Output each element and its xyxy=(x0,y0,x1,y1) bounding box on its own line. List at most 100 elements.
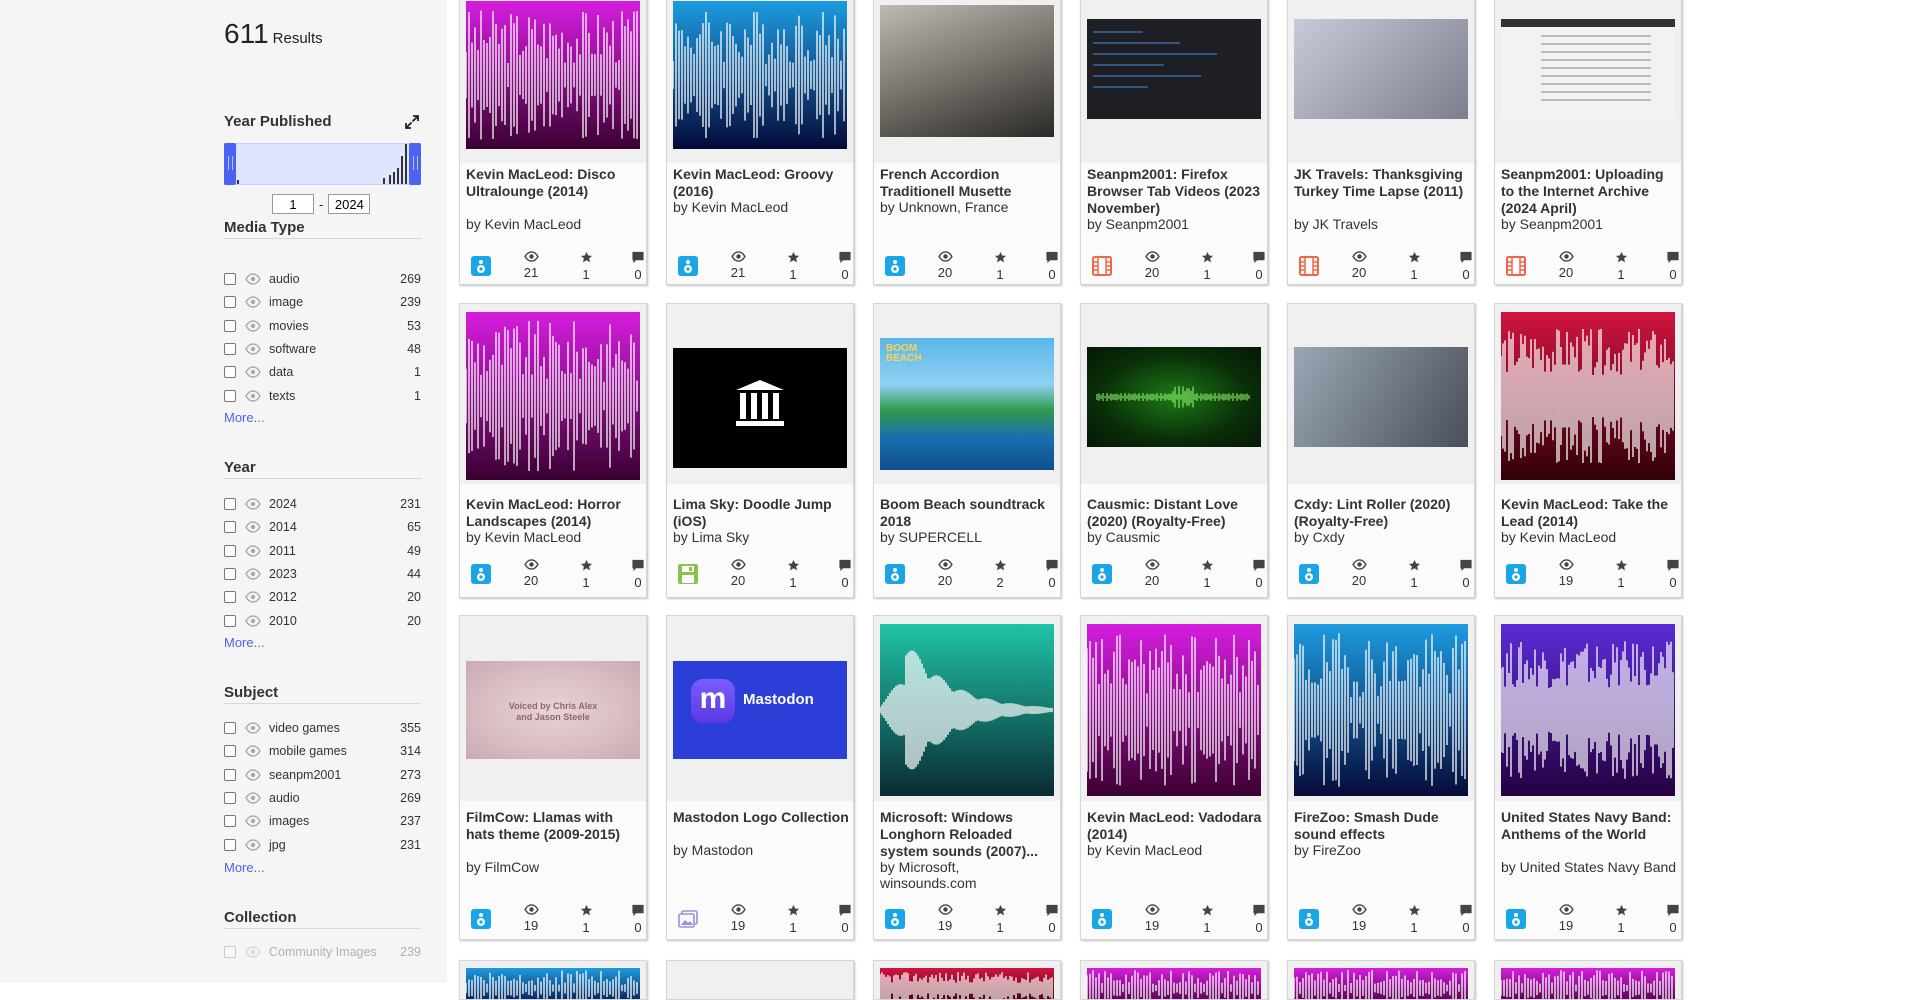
card-title[interactable]: FilmCow: Llamas with hats theme (2009-20… xyxy=(466,809,642,843)
facet-checkbox[interactable] xyxy=(224,838,236,851)
thumbnail[interactable] xyxy=(1081,961,1267,999)
audio-media-icon[interactable] xyxy=(470,908,492,930)
facet-checkbox[interactable] xyxy=(224,273,236,285)
card-creator[interactable]: by JK Travels xyxy=(1294,216,1470,232)
search-result-card[interactable]: United States Navy Band: Anthems of the … xyxy=(1494,615,1682,940)
eye-icon[interactable] xyxy=(245,521,261,533)
search-result-card[interactable] xyxy=(1080,960,1268,1000)
card-title[interactable]: Boom Beach soundtrack 2018 xyxy=(880,496,1056,530)
card-title[interactable]: Mastodon Logo Collection xyxy=(673,809,849,826)
thumbnail[interactable] xyxy=(460,0,646,163)
search-result-card[interactable]: Seanpm2001: Uploading to the Internet Ar… xyxy=(1494,0,1682,285)
facet-option[interactable]: 2010 20 xyxy=(224,612,421,630)
eye-icon[interactable] xyxy=(245,343,261,355)
card-title[interactable]: Kevin MacLeod: Groovy (2016) xyxy=(673,166,849,200)
card-creator[interactable]: by United States Navy Band xyxy=(1501,859,1677,875)
facet-checkbox[interactable] xyxy=(224,567,236,580)
eye-icon[interactable] xyxy=(245,568,261,580)
search-result-card[interactable]: Kevin MacLeod: Take the Lead (2014) by Ke… xyxy=(1494,303,1682,598)
search-result-card[interactable] xyxy=(1494,960,1682,1000)
year-from-input[interactable] xyxy=(272,194,314,214)
range-handle-start[interactable] xyxy=(224,143,236,185)
thumbnail[interactable] xyxy=(667,961,853,999)
thumbnail[interactable]: m Mastodon xyxy=(667,616,853,801)
card-creator[interactable]: by Seanpm2001 xyxy=(1087,216,1263,232)
card-title[interactable]: Seanpm2001: Firefox Browser Tab Videos (… xyxy=(1087,166,1263,217)
facet-checkbox[interactable] xyxy=(224,946,236,958)
thumbnail[interactable] xyxy=(667,0,853,163)
card-title[interactable]: Lima Sky: Doodle Jump (iOS) xyxy=(673,496,849,530)
facet-option[interactable]: 2023 44 xyxy=(224,565,421,583)
eye-icon[interactable] xyxy=(245,544,261,557)
search-result-card[interactable]: Voiced by Chris Alex and Jason Steele Fil… xyxy=(459,615,647,940)
card-creator[interactable]: by FireZoo xyxy=(1294,842,1470,858)
search-result-card[interactable]: Microsoft: Windows Longhorn Reloaded sys… xyxy=(873,615,1061,940)
card-title[interactable]: Causmic: Distant Love (2020) (Royalty-Fr… xyxy=(1087,496,1263,530)
search-result-card[interactable]: French Accordion Traditionell Musette by … xyxy=(873,0,1061,285)
facet-checkbox[interactable] xyxy=(224,389,236,402)
eye-icon[interactable] xyxy=(245,838,261,851)
facet-checkbox[interactable] xyxy=(224,544,236,557)
thumbnail[interactable] xyxy=(1495,961,1681,999)
card-creator[interactable]: by FilmCow xyxy=(466,859,642,875)
eye-icon[interactable] xyxy=(245,389,261,402)
eye-icon[interactable] xyxy=(245,614,261,627)
audio-media-icon[interactable] xyxy=(470,255,492,277)
search-result-card[interactable]: Cxdy: Lint Roller (2020) (Royalty-Free) b… xyxy=(1287,303,1475,598)
facet-option[interactable]: mobile games 314 xyxy=(224,742,421,760)
facet-checkbox[interactable] xyxy=(224,591,236,604)
search-result-card[interactable] xyxy=(666,960,854,1000)
facet-option[interactable]: 2014 65 xyxy=(224,518,421,536)
thumbnail[interactable] xyxy=(667,304,853,484)
eye-icon[interactable] xyxy=(245,591,261,603)
thumbnail[interactable] xyxy=(1081,616,1267,801)
facet-option[interactable]: software 48 xyxy=(224,340,421,358)
thumbnail[interactable] xyxy=(1288,304,1474,484)
card-creator[interactable]: by Unknown, France xyxy=(880,199,1056,215)
card-creator[interactable]: by Kevin MacLeod xyxy=(1087,842,1263,858)
eye-icon[interactable] xyxy=(245,792,261,804)
image-media-icon[interactable] xyxy=(677,908,699,930)
card-creator[interactable]: by Kevin MacLeod xyxy=(673,199,849,215)
search-result-card[interactable]: FireZoo: Smash Dude sound effects by Fire… xyxy=(1287,615,1475,940)
thumbnail[interactable] xyxy=(1288,616,1474,801)
search-result-card[interactable]: Kevin MacLeod: Vadodara (2014) by Kevin M… xyxy=(1080,615,1268,940)
thumbnail[interactable] xyxy=(1288,961,1474,999)
facet-more-link[interactable]: More... xyxy=(224,635,264,650)
facet-option[interactable]: texts 1 xyxy=(224,387,421,405)
search-result-card[interactable]: Kevin MacLeod: Groovy (2016) by Kevin Mac… xyxy=(666,0,854,285)
facet-option[interactable]: data 1 xyxy=(224,363,421,381)
card-creator[interactable]: by Seanpm2001 xyxy=(1501,216,1677,232)
card-title[interactable]: Kevin MacLeod: Vadodara (2014) xyxy=(1087,809,1263,843)
year-to-input[interactable] xyxy=(328,194,371,214)
facet-option[interactable]: 2011 49 xyxy=(224,542,421,560)
audio-media-icon[interactable] xyxy=(1505,908,1527,930)
facet-checkbox[interactable] xyxy=(224,342,236,355)
eye-icon[interactable] xyxy=(245,722,261,734)
facet-option[interactable]: audio 269 xyxy=(224,789,421,807)
facet-checkbox[interactable] xyxy=(224,791,236,804)
eye-icon[interactable] xyxy=(245,498,261,510)
facet-checkbox[interactable] xyxy=(224,614,236,627)
facet-option[interactable]: Community Images 239 xyxy=(224,943,421,961)
card-title[interactable]: Seanpm2001: Uploading to the Internet Ar… xyxy=(1501,166,1677,217)
eye-icon[interactable] xyxy=(245,296,261,308)
audio-media-icon[interactable] xyxy=(884,255,906,277)
search-result-card[interactable] xyxy=(1287,960,1475,1000)
facet-checkbox[interactable] xyxy=(224,815,236,828)
audio-media-icon[interactable] xyxy=(1298,563,1320,585)
facet-option[interactable]: 2024 231 xyxy=(224,495,421,513)
audio-media-icon[interactable] xyxy=(884,908,906,930)
facet-checkbox[interactable] xyxy=(224,498,236,510)
card-title[interactable]: Cxdy: Lint Roller (2020) (Royalty-Free) xyxy=(1294,496,1470,530)
software-media-icon[interactable] xyxy=(677,563,699,585)
card-creator[interactable]: by Cxdy xyxy=(1294,529,1470,545)
search-result-card[interactable] xyxy=(873,960,1061,1000)
thumbnail[interactable] xyxy=(1495,304,1681,484)
thumbnail[interactable] xyxy=(874,961,1060,999)
search-result-card[interactable]: Seanpm2001: Firefox Browser Tab Videos (… xyxy=(1080,0,1268,285)
audio-media-icon[interactable] xyxy=(677,255,699,277)
audio-media-icon[interactable] xyxy=(470,563,492,585)
eye-icon[interactable] xyxy=(245,273,261,285)
search-result-card[interactable]: Causmic: Distant Love (2020) (Royalty-Fr… xyxy=(1080,303,1268,598)
